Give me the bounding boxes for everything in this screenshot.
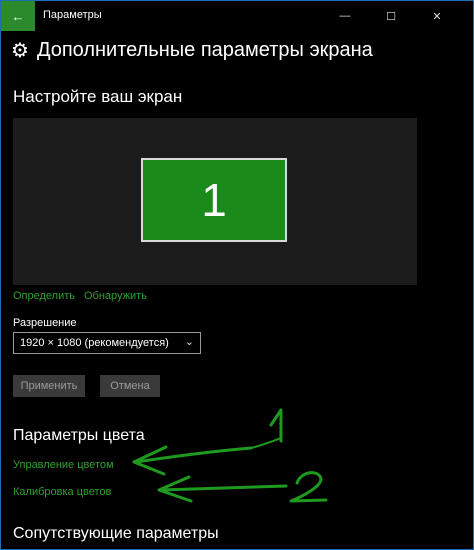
related-section-title: Сопутствующие параметры (13, 525, 219, 542)
color-management-link[interactable]: Управление цветом (13, 459, 114, 471)
annotation-arrow-2 (159, 484, 288, 492)
annotation-arrow-1-head (132, 445, 168, 476)
maximize-button[interactable]: ☐ (373, 1, 409, 31)
back-button[interactable]: ← (1, 1, 35, 31)
close-button[interactable]: ✕ (419, 1, 455, 31)
window-title: Параметры (43, 9, 102, 21)
display-arrangement-area: 1 (13, 118, 417, 285)
annotation-number-1 (269, 408, 283, 443)
close-icon: ✕ (432, 10, 442, 23)
settings-window: ← Параметры — ☐ ✕ ⚙ Дополнительные парам… (0, 0, 474, 550)
apply-button-label: Применить (20, 380, 78, 392)
display-section-title: Настройте ваш экран (13, 87, 183, 106)
gear-icon: ⚙ (11, 39, 29, 62)
resolution-value: 1920 × 1080 (рекомендуется) (20, 337, 169, 349)
color-calibration-link[interactable]: Калибровка цветов (13, 486, 111, 498)
annotation-number-2 (289, 471, 328, 503)
identify-link[interactable]: Определить (13, 290, 75, 302)
resolution-label: Разрешение (13, 317, 77, 329)
page-title: Дополнительные параметры экрана (36, 39, 373, 61)
annotation-arrow-1-tail (250, 437, 282, 449)
page-header: ⚙ Дополнительные параметры экрана (11, 39, 373, 62)
color-section-title: Параметры цвета (13, 427, 145, 444)
back-arrow-icon: ← (11, 8, 25, 24)
annotation-arrow-1 (134, 446, 253, 464)
cancel-button-label: Отмена (110, 380, 150, 392)
minimize-button[interactable]: — (327, 1, 363, 31)
cancel-button[interactable]: Отмена (100, 375, 160, 397)
detect-link[interactable]: Обнаружить (84, 290, 147, 302)
maximize-icon: ☐ (386, 10, 396, 23)
monitor-1[interactable]: 1 (141, 158, 287, 242)
chevron-down-icon: ⌄ (184, 336, 194, 348)
apply-button[interactable]: Применить (13, 375, 85, 397)
resolution-dropdown[interactable]: 1920 × 1080 (рекомендуется) ⌄ (13, 332, 201, 354)
monitor-number: 1 (201, 174, 227, 226)
minimize-icon: — (339, 10, 351, 22)
annotation-arrow-2-head (157, 475, 193, 503)
title-bar: ← Параметры — ☐ ✕ (1, 1, 473, 31)
